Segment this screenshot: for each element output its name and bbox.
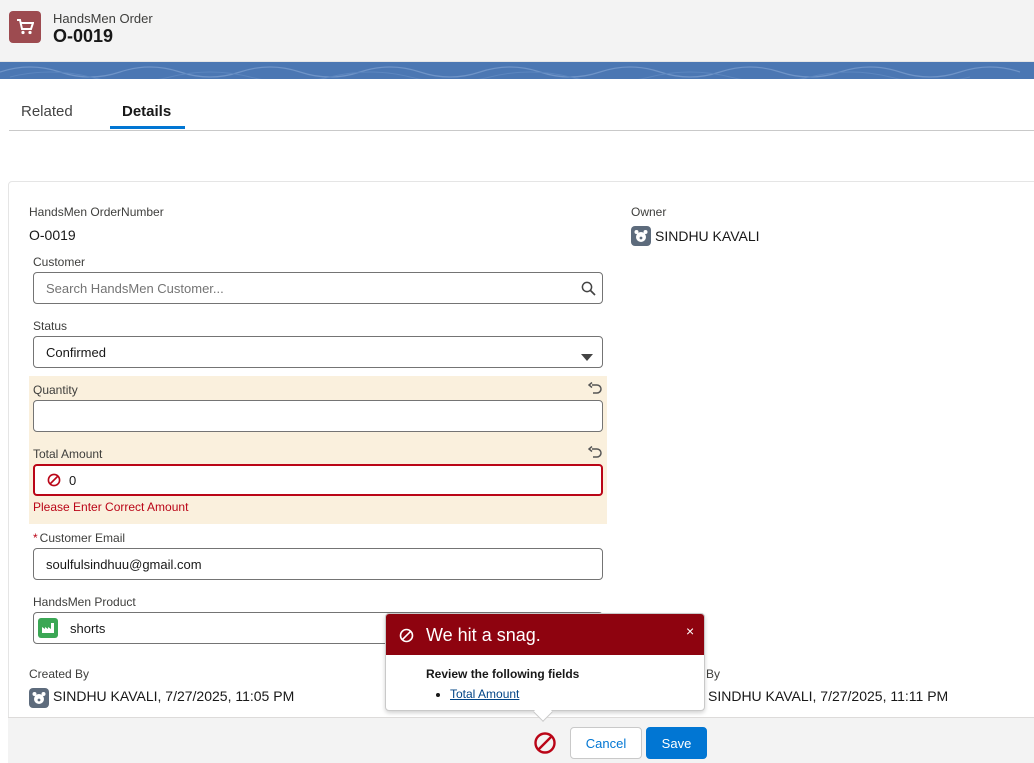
user-avatar-icon	[29, 688, 49, 708]
status-label: Status	[33, 319, 68, 333]
cancel-button[interactable]: Cancel	[570, 727, 642, 759]
error-icon	[399, 628, 414, 646]
total-amount-label: Total Amount	[33, 447, 103, 461]
order-number-value: O-0019	[29, 227, 76, 243]
status-select[interactable]: Confirmed	[33, 336, 603, 368]
created-by-value[interactable]: SINDHU KAVALI, 7/27/2025, 11:05 PM	[53, 688, 294, 704]
modified-by-label: By	[706, 667, 721, 681]
error-icon	[47, 473, 61, 487]
popover-review-label: Review the following fields	[426, 667, 580, 681]
object-label: HandsMen Order	[53, 11, 153, 26]
required-marker: *	[33, 531, 38, 545]
total-amount-input[interactable]: 0	[33, 464, 603, 496]
tab-related[interactable]: Related	[21, 103, 73, 120]
total-amount-value: 0	[69, 472, 77, 488]
customer-placeholder: Search HandsMen Customer...	[46, 280, 224, 296]
total-amount-error-message: Please Enter Correct Amount	[33, 500, 189, 514]
error-field-link[interactable]: Total Amount	[450, 687, 519, 701]
error-indicator-icon[interactable]	[533, 731, 557, 758]
quantity-input[interactable]	[33, 400, 603, 432]
undo-icon[interactable]	[587, 381, 602, 396]
order-number-label: HandsMen OrderNumber	[29, 205, 164, 219]
customer-search-input[interactable]: Search HandsMen Customer...	[33, 272, 603, 304]
modified-by-value[interactable]: SINDHU KAVALI, 7/27/2025, 11:11 PM	[708, 688, 948, 704]
record-title: O-0019	[53, 26, 114, 46]
customer-email-label: * Customer Email	[33, 531, 126, 545]
record-header: HandsMen Order O-0019	[0, 0, 1034, 62]
active-tab-indicator	[110, 126, 185, 129]
cart-icon	[9, 11, 41, 43]
edit-footer	[8, 717, 1034, 763]
undo-icon[interactable]	[587, 445, 602, 460]
customer-label: Customer	[33, 255, 86, 269]
customer-email-value: soulfulsindhuu@gmail.com	[46, 556, 202, 572]
created-by-label: Created By	[29, 667, 90, 681]
product-value: shorts	[70, 620, 106, 636]
search-icon	[581, 281, 596, 299]
customer-email-input[interactable]: soulfulsindhuu@gmail.com	[33, 548, 603, 580]
close-icon[interactable]: ×	[686, 623, 694, 639]
status-value: Confirmed	[46, 344, 106, 360]
product-label: HandsMen Product	[33, 595, 136, 609]
owner-avatar-icon	[631, 226, 651, 246]
error-popover: We hit a snag. × Review the following fi…	[385, 613, 705, 722]
popover-title: We hit a snag.	[426, 625, 541, 645]
save-button[interactable]: Save	[646, 727, 707, 759]
owner-value[interactable]: SINDHU KAVALI	[655, 228, 760, 244]
popover-header: We hit a snag. ×	[386, 614, 704, 655]
quantity-label: Quantity	[33, 383, 78, 397]
chevron-down-icon	[581, 350, 593, 365]
list-bullet	[436, 693, 440, 697]
decorative-banner	[0, 62, 1034, 79]
tab-details[interactable]: Details	[122, 103, 171, 120]
tab-divider	[9, 130, 1034, 131]
product-icon	[38, 618, 58, 638]
owner-label: Owner	[631, 205, 667, 219]
